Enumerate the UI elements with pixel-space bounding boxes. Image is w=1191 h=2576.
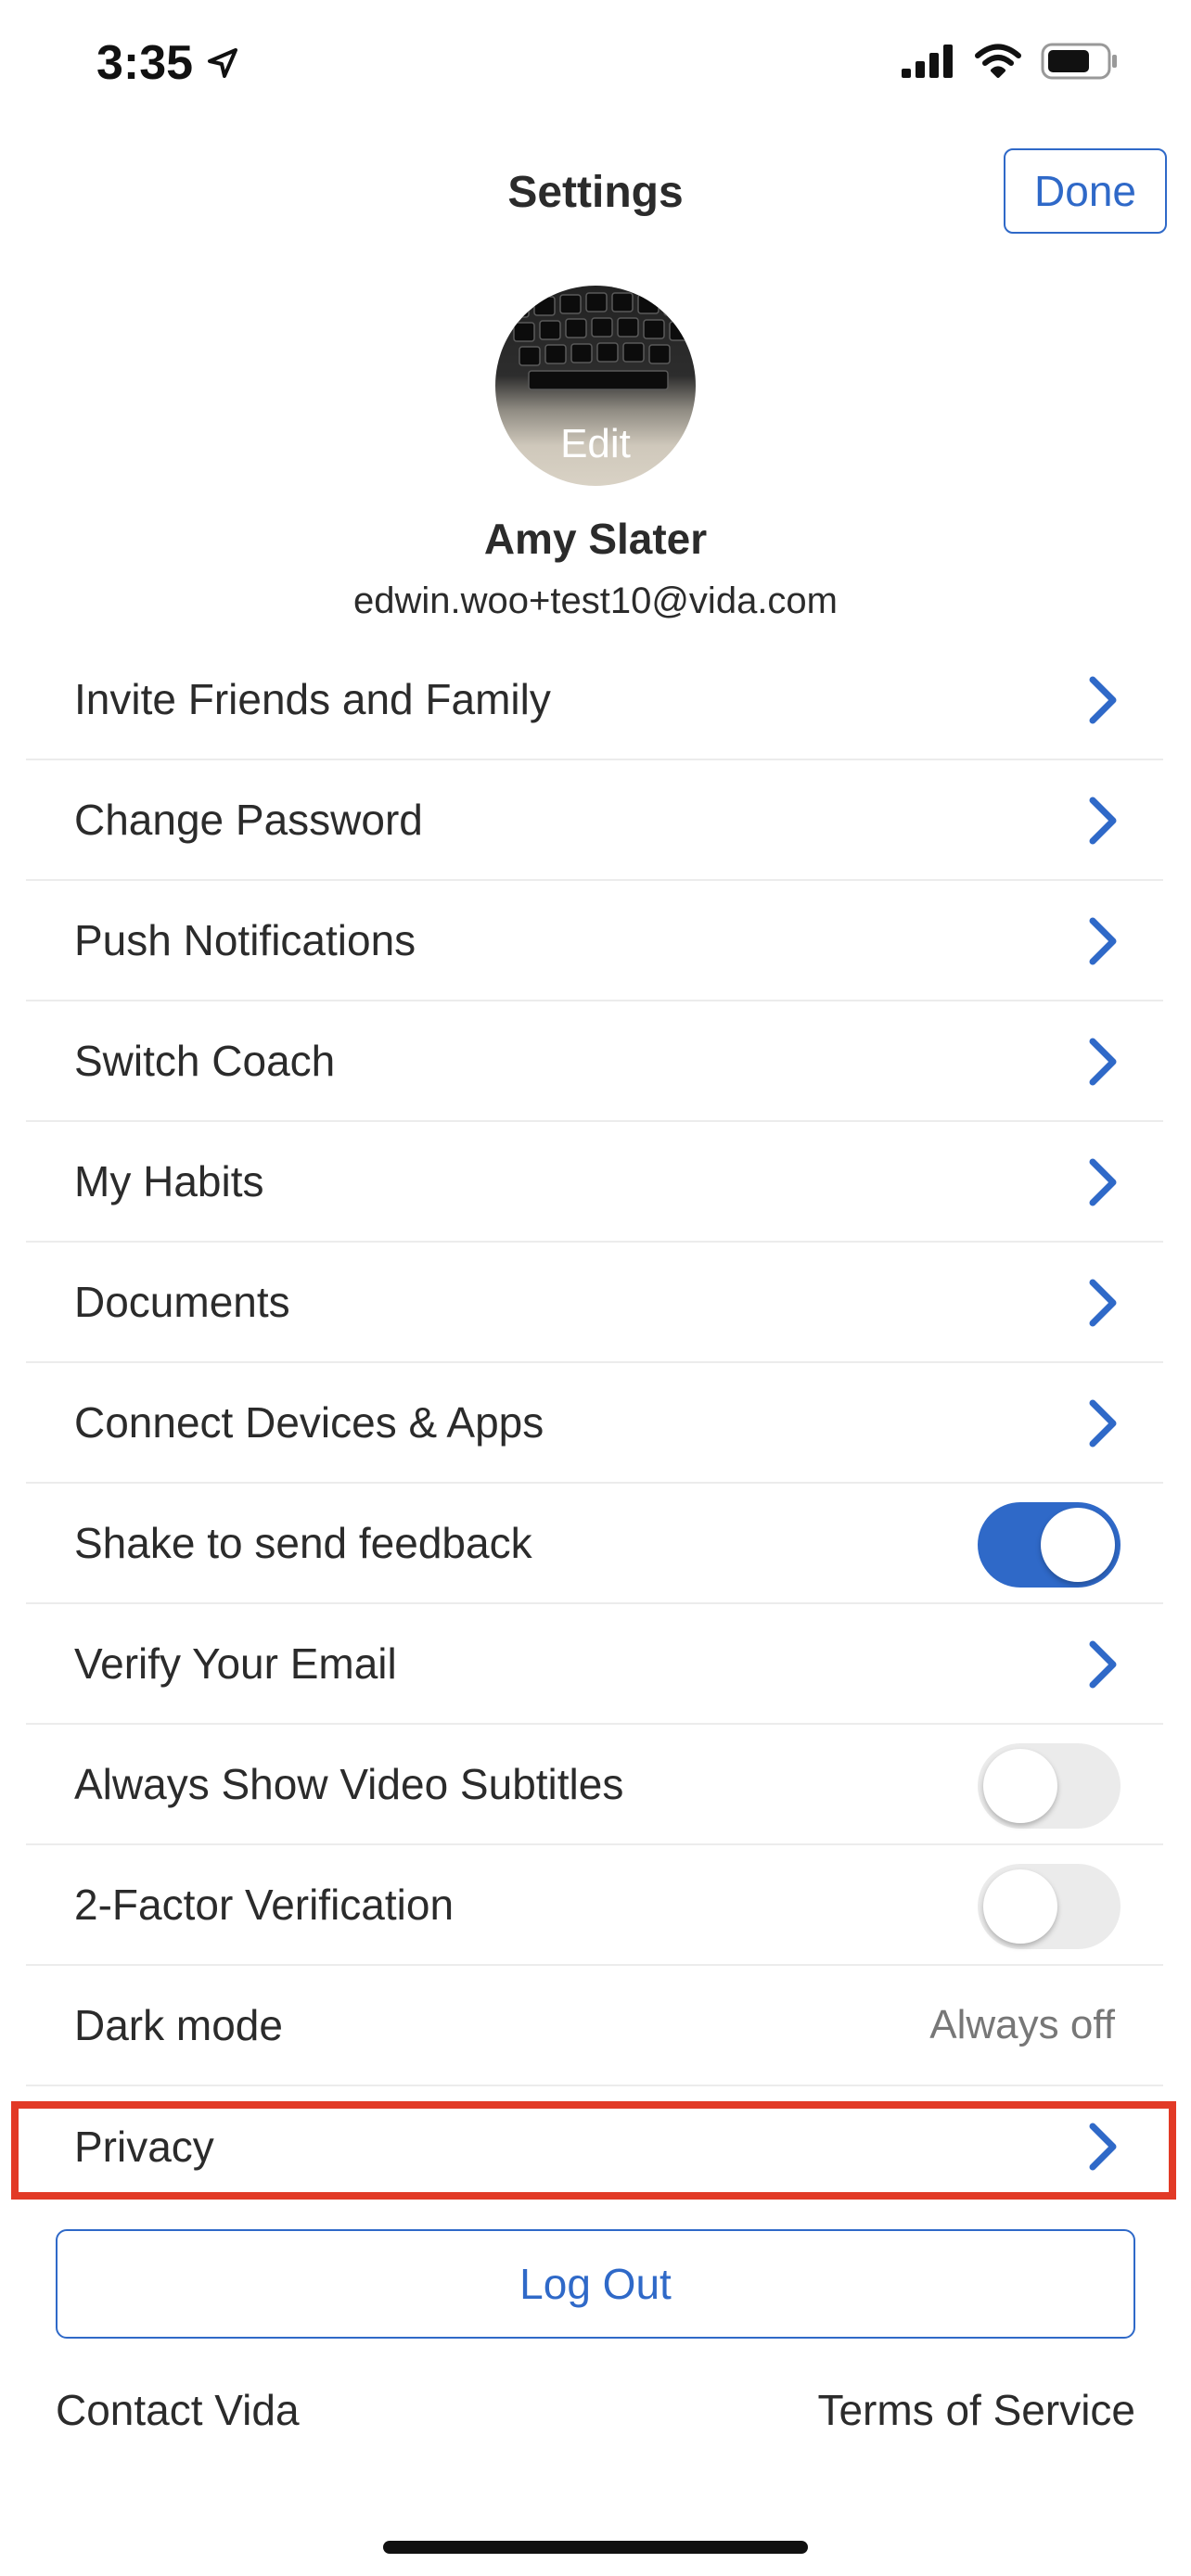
chevron-right-icon — [1089, 676, 1117, 724]
chevron-right-icon — [1089, 917, 1117, 965]
location-arrow-icon — [208, 48, 238, 78]
video-subtitles-toggle[interactable] — [978, 1743, 1121, 1829]
settings-row-dark-mode[interactable]: Dark mode Always off — [26, 1966, 1163, 2086]
chevron-right-icon — [1089, 2123, 1117, 2171]
settings-row-change-password[interactable]: Change Password — [26, 760, 1163, 881]
settings-row-video-subtitles: Always Show Video Subtitles — [26, 1725, 1163, 1845]
done-button[interactable]: Done — [1004, 148, 1167, 234]
chevron-right-icon — [1089, 1279, 1117, 1327]
settings-row-label: Connect Devices & Apps — [74, 1398, 544, 1447]
settings-row-label: Documents — [74, 1278, 290, 1326]
settings-row-my-habits[interactable]: My Habits — [26, 1122, 1163, 1243]
shake-feedback-toggle[interactable] — [978, 1502, 1121, 1588]
chevron-right-icon — [1089, 797, 1117, 845]
avatar[interactable]: Edit — [495, 286, 696, 486]
settings-row-label: Change Password — [74, 796, 423, 844]
settings-row-label: Privacy — [74, 2123, 214, 2171]
home-indicator — [383, 2541, 808, 2554]
chevron-right-icon — [1089, 1640, 1117, 1689]
header: Settings Done — [0, 148, 1191, 241]
toggle-knob — [983, 1869, 1057, 1944]
cellular-signal-icon — [902, 45, 953, 78]
settings-row-label: Invite Friends and Family — [74, 675, 551, 723]
avatar-edit-label[interactable]: Edit — [495, 421, 696, 467]
keyboard-photo — [507, 292, 691, 390]
settings-list: Invite Friends and Family Change Passwor… — [26, 640, 1163, 2207]
two-factor-toggle[interactable] — [978, 1864, 1121, 1949]
settings-row-label: Switch Coach — [74, 1037, 336, 1085]
logout-button[interactable]: Log Out — [56, 2229, 1135, 2339]
settings-row-connect-devices[interactable]: Connect Devices & Apps — [26, 1363, 1163, 1484]
toggle-knob — [983, 1749, 1057, 1823]
status-time-label: 3:35 — [96, 36, 194, 90]
chevron-right-icon — [1089, 1038, 1117, 1086]
status-bar: 3:35 — [0, 0, 1191, 139]
battery-icon — [1041, 43, 1117, 80]
settings-row-label: Always Show Video Subtitles — [74, 1760, 624, 1808]
settings-row-verify-email[interactable]: Verify Your Email — [26, 1604, 1163, 1725]
settings-row-label: Push Notifications — [74, 916, 416, 964]
chevron-right-icon — [1089, 1158, 1117, 1206]
settings-row-documents[interactable]: Documents — [26, 1243, 1163, 1363]
settings-row-label: 2-Factor Verification — [74, 1881, 455, 1929]
wifi-icon — [975, 44, 1021, 78]
contact-vida-link[interactable]: Contact Vida — [56, 2385, 300, 2435]
profile-email: edwin.woo+test10@vida.com — [353, 580, 838, 621]
settings-row-shake-feedback: Shake to send feedback — [26, 1484, 1163, 1604]
chevron-right-icon — [1089, 1399, 1117, 1447]
status-time: 3:35 — [96, 35, 239, 91]
settings-row-push-notifications[interactable]: Push Notifications — [26, 881, 1163, 1001]
settings-row-label: My Habits — [74, 1157, 264, 1205]
settings-row-switch-coach[interactable]: Switch Coach — [26, 1001, 1163, 1122]
toggle-knob — [1041, 1508, 1115, 1582]
status-icons — [902, 43, 1119, 80]
settings-row-privacy[interactable]: Privacy — [26, 2086, 1163, 2207]
settings-row-label: Shake to send feedback — [74, 1519, 532, 1567]
profile-name: Amy Slater — [483, 515, 708, 563]
settings-row-invite-friends[interactable]: Invite Friends and Family — [26, 640, 1163, 760]
dark-mode-value: Always off — [929, 2002, 1115, 2047]
settings-row-label: Dark mode — [74, 2001, 283, 2049]
settings-row-label: Verify Your Email — [74, 1639, 397, 1688]
settings-row-two-factor: 2-Factor Verification — [26, 1845, 1163, 1966]
terms-of-service-link[interactable]: Terms of Service — [817, 2385, 1135, 2435]
